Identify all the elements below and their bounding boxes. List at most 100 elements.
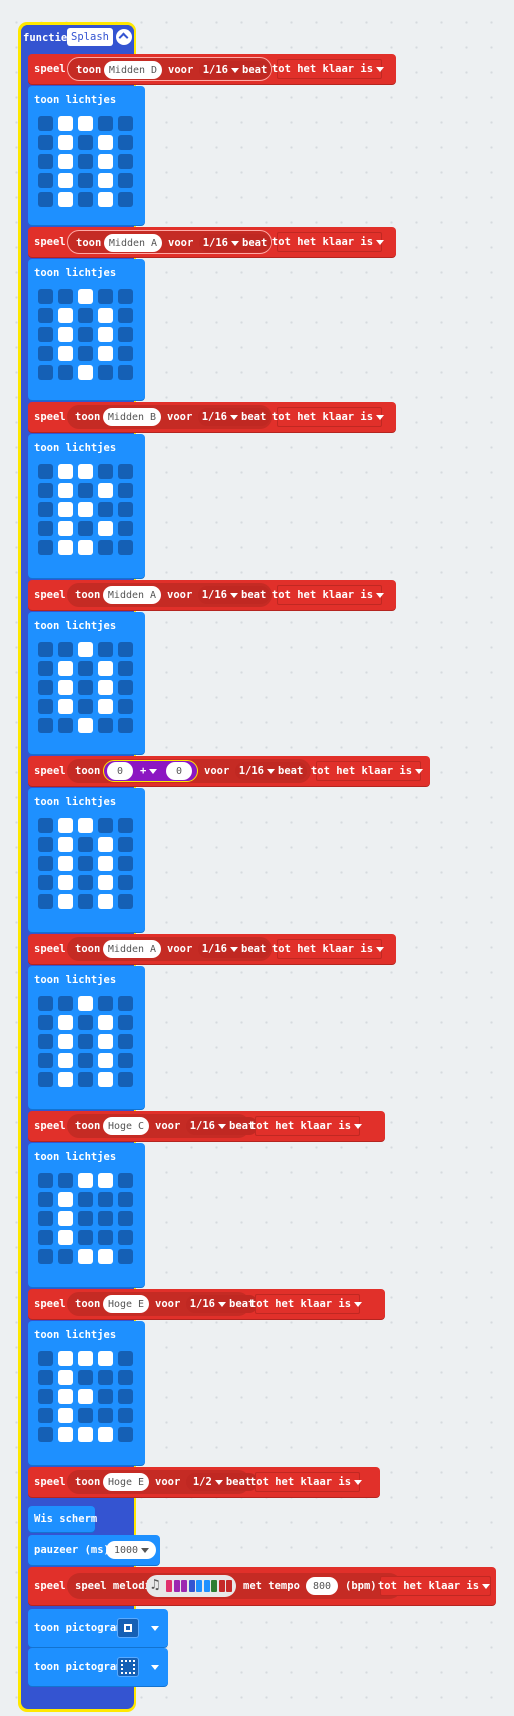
beat-dropdown[interactable]: 1/16 beat <box>198 586 270 604</box>
note-picker[interactable]: Midden D <box>104 61 162 79</box>
play-mode-dropdown[interactable]: tot het klaar is <box>250 1294 363 1314</box>
led-cell[interactable] <box>78 365 93 380</box>
led-cell[interactable] <box>98 699 113 714</box>
led-cell[interactable] <box>118 1192 133 1207</box>
led-cell[interactable] <box>78 502 93 517</box>
led-grid[interactable] <box>38 289 133 381</box>
led-cell[interactable] <box>58 1427 73 1442</box>
led-cell[interactable] <box>58 346 73 361</box>
led-cell[interactable] <box>118 837 133 852</box>
led-cell[interactable] <box>38 1192 53 1207</box>
led-cell[interactable] <box>118 875 133 890</box>
led-cell[interactable] <box>78 642 93 657</box>
play-melody-block[interactable]: speel speel melodie ♫ met tempo 800 (bpm… <box>28 1567 496 1605</box>
led-cell[interactable] <box>78 154 93 169</box>
led-cell[interactable] <box>38 1427 53 1442</box>
beat-dropdown[interactable]: 1/2 beat <box>186 1473 258 1491</box>
led-cell[interactable] <box>58 464 73 479</box>
led-cell[interactable] <box>78 1053 93 1068</box>
led-cell[interactable] <box>118 1072 133 1087</box>
show-leds-block[interactable]: toon lichtjes <box>28 434 145 578</box>
led-cell[interactable] <box>98 837 113 852</box>
led-cell[interactable] <box>58 661 73 676</box>
led-cell[interactable] <box>98 192 113 207</box>
led-cell[interactable] <box>38 365 53 380</box>
led-cell[interactable] <box>78 1351 93 1366</box>
led-cell[interactable] <box>58 1249 73 1264</box>
led-cell[interactable] <box>118 1230 133 1245</box>
led-cell[interactable] <box>58 540 73 555</box>
pause-duration-dropdown[interactable]: 1000 <box>106 1541 156 1559</box>
led-cell[interactable] <box>58 154 73 169</box>
led-cell[interactable] <box>38 1015 53 1030</box>
led-cell[interactable] <box>78 289 93 304</box>
led-cell[interactable] <box>58 1173 73 1188</box>
led-cell[interactable] <box>58 135 73 150</box>
led-cell[interactable] <box>58 894 73 909</box>
led-cell[interactable] <box>78 521 93 536</box>
led-cell[interactable] <box>38 464 53 479</box>
led-grid[interactable] <box>38 464 133 556</box>
beat-dropdown[interactable]: 1/16 beat <box>186 1117 258 1135</box>
led-cell[interactable] <box>118 308 133 323</box>
led-cell[interactable] <box>78 1034 93 1049</box>
led-cell[interactable] <box>118 699 133 714</box>
led-cell[interactable] <box>98 154 113 169</box>
led-cell[interactable] <box>58 856 73 871</box>
led-cell[interactable] <box>118 1351 133 1366</box>
led-cell[interactable] <box>118 894 133 909</box>
led-cell[interactable] <box>78 680 93 695</box>
show-leds-block[interactable]: toon lichtjes <box>28 612 145 754</box>
led-cell[interactable] <box>98 1351 113 1366</box>
led-cell[interactable] <box>58 1072 73 1087</box>
show-icon-block[interactable]: toon pictogram <box>28 1609 168 1647</box>
led-cell[interactable] <box>78 346 93 361</box>
tone-slot[interactable]: toon Hoge C voor 1/16 beat <box>67 1114 258 1138</box>
led-cell[interactable] <box>78 483 93 498</box>
led-cell[interactable] <box>118 116 133 131</box>
led-cell[interactable] <box>38 1034 53 1049</box>
note-picker[interactable]: Hoge C <box>103 1117 149 1135</box>
function-name-field[interactable]: Splash <box>67 28 113 46</box>
led-cell[interactable] <box>38 327 53 342</box>
play-tone-block[interactable]: speel toon Hoge E voor 1/16 beat tot het klaar… <box>28 1289 385 1319</box>
led-cell[interactable] <box>98 464 113 479</box>
led-cell[interactable] <box>118 1249 133 1264</box>
led-cell[interactable] <box>38 116 53 131</box>
note-picker[interactable]: Midden A <box>103 940 161 958</box>
led-cell[interactable] <box>118 642 133 657</box>
play-tone-block[interactable]: speel toon Midden A voor 1/16 beat tot het kla… <box>28 934 396 964</box>
show-leds-block[interactable]: toon lichtjes <box>28 259 145 400</box>
led-cell[interactable] <box>58 875 73 890</box>
tone-slot[interactable]: toon Midden A voor 1/16 beat <box>67 583 272 607</box>
led-cell[interactable] <box>78 173 93 188</box>
led-cell[interactable] <box>118 327 133 342</box>
led-cell[interactable] <box>58 996 73 1011</box>
led-cell[interactable] <box>38 502 53 517</box>
chevron-down-icon[interactable] <box>151 1626 159 1631</box>
show-leds-block[interactable]: toon lichtjes <box>28 966 145 1109</box>
led-cell[interactable] <box>118 680 133 695</box>
led-cell[interactable] <box>98 502 113 517</box>
led-grid[interactable] <box>38 818 133 910</box>
note-picker[interactable]: Midden A <box>104 234 162 252</box>
led-cell[interactable] <box>118 135 133 150</box>
beat-dropdown[interactable]: 1/16 beat <box>235 762 307 780</box>
led-cell[interactable] <box>38 837 53 852</box>
led-cell[interactable] <box>118 1370 133 1385</box>
tone-slot[interactable]: toon Hoge E voor 1/16 beat <box>67 1292 258 1316</box>
led-cell[interactable] <box>38 521 53 536</box>
led-cell[interactable] <box>98 173 113 188</box>
play-tone-block[interactable]: speel toon Hoge C voor 1/16 beat tot het klaar… <box>28 1111 385 1141</box>
led-cell[interactable] <box>78 856 93 871</box>
play-mode-dropdown[interactable]: tot het klaar is <box>272 232 385 252</box>
led-cell[interactable] <box>98 996 113 1011</box>
play-tone-block[interactable]: speel toon Midden A voor 1/16 beat tot het kla… <box>28 227 396 257</box>
led-cell[interactable] <box>98 661 113 676</box>
led-cell[interactable] <box>58 502 73 517</box>
led-cell[interactable] <box>58 837 73 852</box>
led-cell[interactable] <box>78 818 93 833</box>
led-cell[interactable] <box>58 1192 73 1207</box>
led-cell[interactable] <box>78 996 93 1011</box>
led-cell[interactable] <box>118 996 133 1011</box>
